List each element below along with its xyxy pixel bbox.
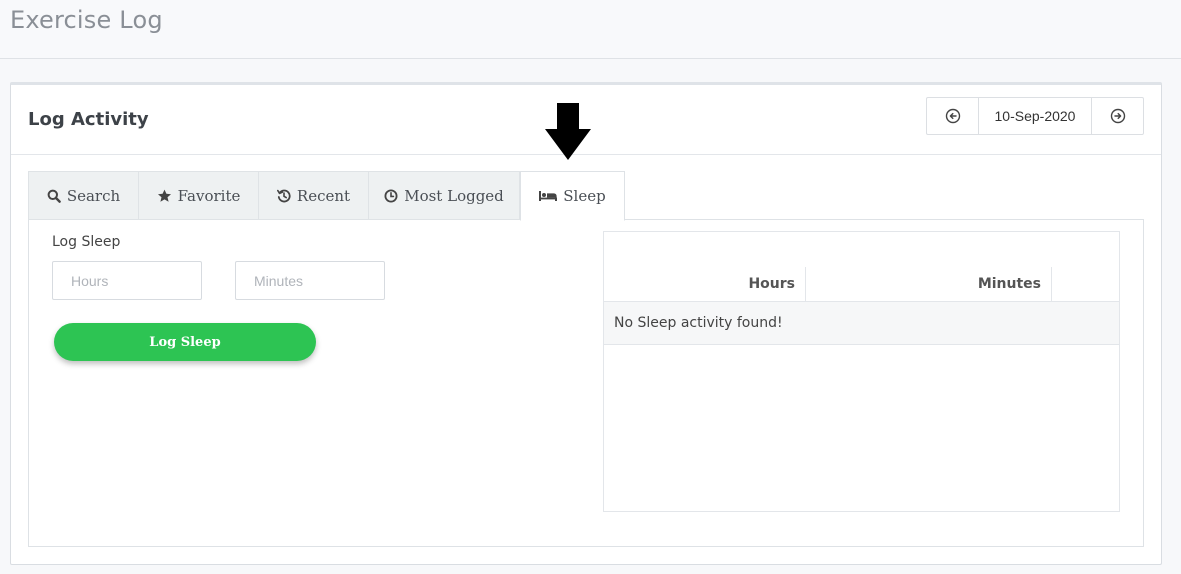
- previous-date-button[interactable]: [927, 98, 979, 134]
- current-date: 10-Sep-2020: [994, 108, 1076, 124]
- column-header-minutes: Minutes: [806, 267, 1052, 301]
- minutes-input[interactable]: [235, 261, 385, 300]
- log-sleep-button[interactable]: Log Sleep: [54, 323, 316, 361]
- arrow-right-circle-icon: [1110, 108, 1125, 124]
- arrow-left-circle-icon: [945, 108, 960, 124]
- tab-search[interactable]: Search: [28, 171, 138, 220]
- empty-state-row: No Sleep activity found!: [604, 302, 1119, 345]
- search-icon: [47, 189, 61, 203]
- column-header-hours: Hours: [604, 267, 806, 301]
- tab-label: Sleep: [563, 187, 606, 205]
- date-navigator: 10-Sep-2020: [926, 97, 1144, 135]
- hours-input[interactable]: [52, 261, 202, 300]
- history-icon: [276, 189, 291, 203]
- page-header: Exercise Log: [0, 0, 1181, 59]
- table-header: Hours Minutes: [604, 267, 1119, 302]
- tab-label: Recent: [296, 186, 351, 205]
- tab-label: Search: [66, 186, 121, 205]
- tab-recent[interactable]: Recent: [258, 171, 368, 220]
- tab-label: Favorite: [177, 186, 241, 205]
- star-icon: [157, 189, 172, 203]
- page-title: Exercise Log: [10, 6, 163, 34]
- tab-sleep[interactable]: Sleep: [520, 171, 625, 221]
- activity-tabs: Search Favorite Recent Most Logged Sleep: [28, 171, 625, 221]
- bed-icon: [539, 190, 558, 202]
- arrow-down-indicator-icon: [545, 103, 591, 160]
- tab-most-logged[interactable]: Most Logged: [368, 171, 520, 220]
- tab-favorite[interactable]: Favorite: [138, 171, 258, 220]
- tab-label: Most Logged: [404, 186, 504, 205]
- sleep-results-panel: Hours Minutes No Sleep activity found!: [603, 231, 1120, 512]
- sleep-results-table: Hours Minutes No Sleep activity found!: [604, 267, 1119, 345]
- card-title: Log Activity: [28, 109, 149, 130]
- column-header-actions: [1052, 267, 1119, 301]
- next-date-button[interactable]: [1091, 98, 1143, 134]
- log-sleep-label: Log Sleep: [52, 234, 121, 250]
- clock-icon: [384, 189, 398, 203]
